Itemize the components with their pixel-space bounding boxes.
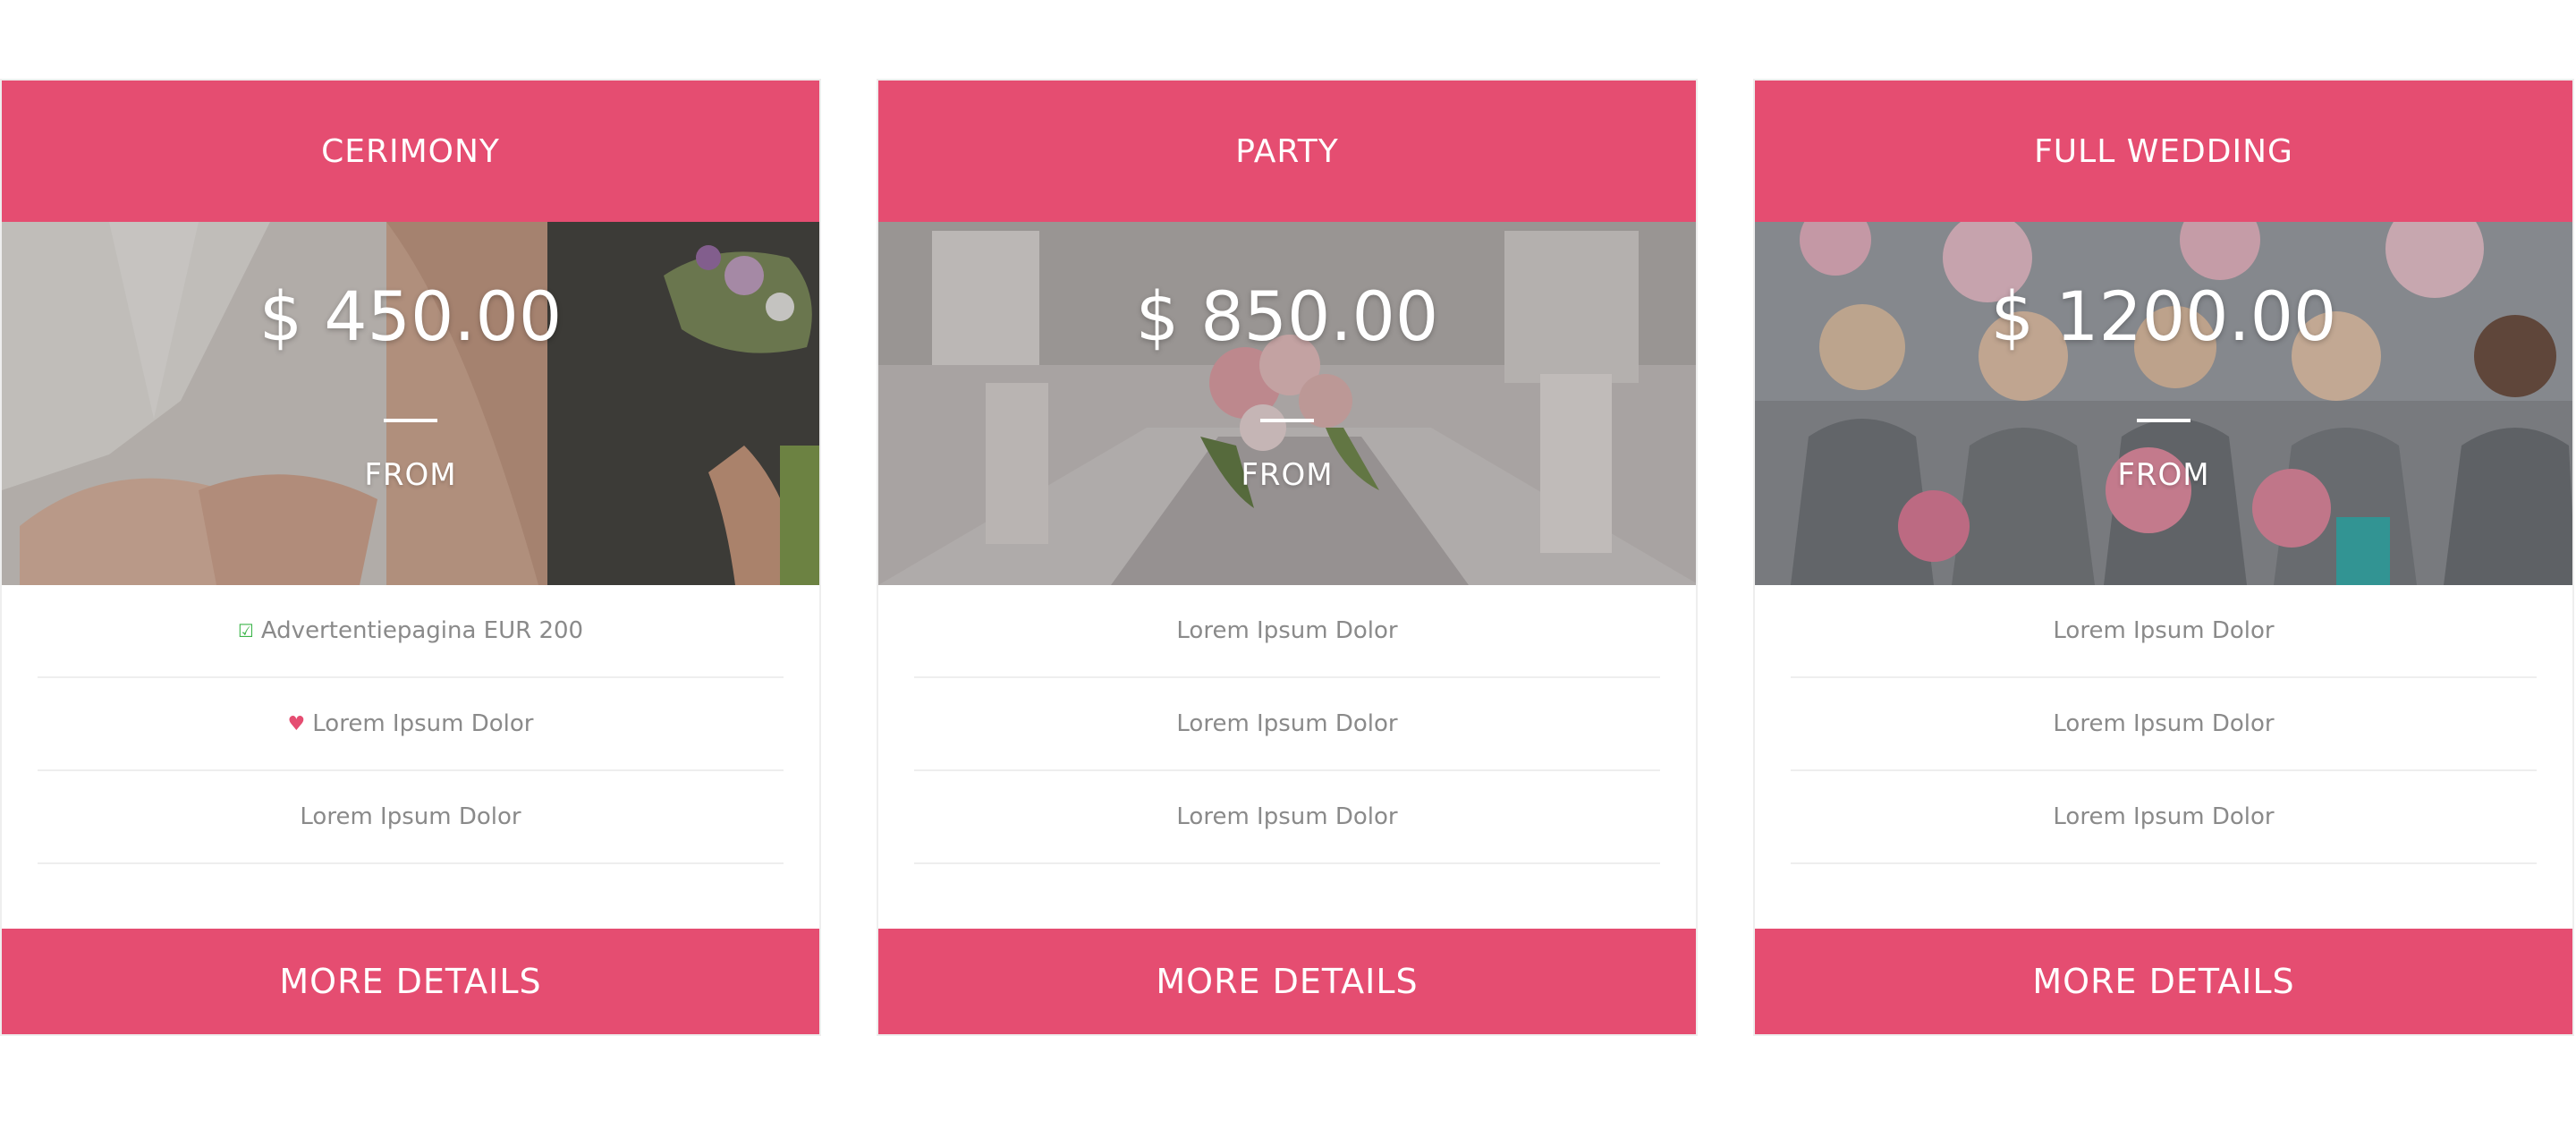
plan-title: FULL WEDDING xyxy=(1755,81,2572,222)
pricing-card-full-wedding: FULL WEDDING $ 1200.00 FROM Lorem Ipsum … xyxy=(1753,79,2574,1036)
plan-price: $ 450.00 xyxy=(258,276,563,356)
pricing-card-cerimony: CERIMONY $ 450.00 FROM ☑ Advertentiepagi… xyxy=(0,79,821,1036)
feature-text: Advertentiepagina EUR 200 xyxy=(260,617,584,644)
feature-text: Lorem Ipsum Dolor xyxy=(1176,617,1398,644)
feature-item: Lorem Ipsum Dolor xyxy=(1791,771,2537,864)
price-divider xyxy=(1260,419,1314,422)
plan-image: $ 850.00 FROM xyxy=(878,222,1696,585)
feature-text: Lorem Ipsum Dolor xyxy=(2053,803,2275,830)
feature-item: Lorem Ipsum Dolor xyxy=(914,678,1660,771)
plan-title: CERIMONY xyxy=(2,81,819,222)
feature-list: Lorem Ipsum Dolor Lorem Ipsum Dolor Lore… xyxy=(1791,585,2537,864)
feature-item: Lorem Ipsum Dolor xyxy=(1791,585,2537,678)
plan-image: $ 1200.00 FROM xyxy=(1755,222,2572,585)
feature-item: Lorem Ipsum Dolor xyxy=(1791,678,2537,771)
plan-price: $ 850.00 xyxy=(1135,276,1439,356)
feature-item: Lorem Ipsum Dolor xyxy=(914,585,1660,678)
price-from-label: FROM xyxy=(1241,457,1334,493)
feature-item: ☑ Advertentiepagina EUR 200 xyxy=(38,585,784,678)
price-divider xyxy=(2137,419,2190,422)
more-details-button[interactable]: MORE DETAILS xyxy=(878,929,1696,1034)
feature-list: Lorem Ipsum Dolor Lorem Ipsum Dolor Lore… xyxy=(914,585,1660,864)
feature-item: Lorem Ipsum Dolor xyxy=(914,771,1660,864)
price-from-label: FROM xyxy=(2117,457,2210,493)
feature-item: Lorem Ipsum Dolor xyxy=(38,771,784,864)
plan-title: PARTY xyxy=(878,81,1696,222)
plan-price: $ 1200.00 xyxy=(1990,276,2337,356)
feature-text: Lorem Ipsum Dolor xyxy=(312,710,534,737)
feature-list: ☑ Advertentiepagina EUR 200 ♥ Lorem Ipsu… xyxy=(38,585,784,864)
feature-text: Lorem Ipsum Dolor xyxy=(2053,617,2275,644)
heart-icon: ♥ xyxy=(287,712,306,735)
more-details-button[interactable]: MORE DETAILS xyxy=(1755,929,2572,1034)
pricing-card-party: PARTY $ 850.00 FROM Lorem Ipsum Dolor Lo… xyxy=(877,79,1698,1036)
feature-item: ♥ Lorem Ipsum Dolor xyxy=(38,678,784,771)
more-details-button[interactable]: MORE DETAILS xyxy=(2,929,819,1034)
feature-text: Lorem Ipsum Dolor xyxy=(1176,710,1398,737)
plan-image: $ 450.00 FROM xyxy=(2,222,819,585)
feature-text: Lorem Ipsum Dolor xyxy=(2053,710,2275,737)
price-divider xyxy=(384,419,437,422)
feature-text: Lorem Ipsum Dolor xyxy=(1176,803,1398,830)
checkbox-icon: ☑ xyxy=(237,620,254,641)
pricing-table: CERIMONY $ 450.00 FROM ☑ Advertentiepagi… xyxy=(0,79,2576,1036)
price-from-label: FROM xyxy=(364,457,457,493)
feature-text: Lorem Ipsum Dolor xyxy=(300,803,521,830)
